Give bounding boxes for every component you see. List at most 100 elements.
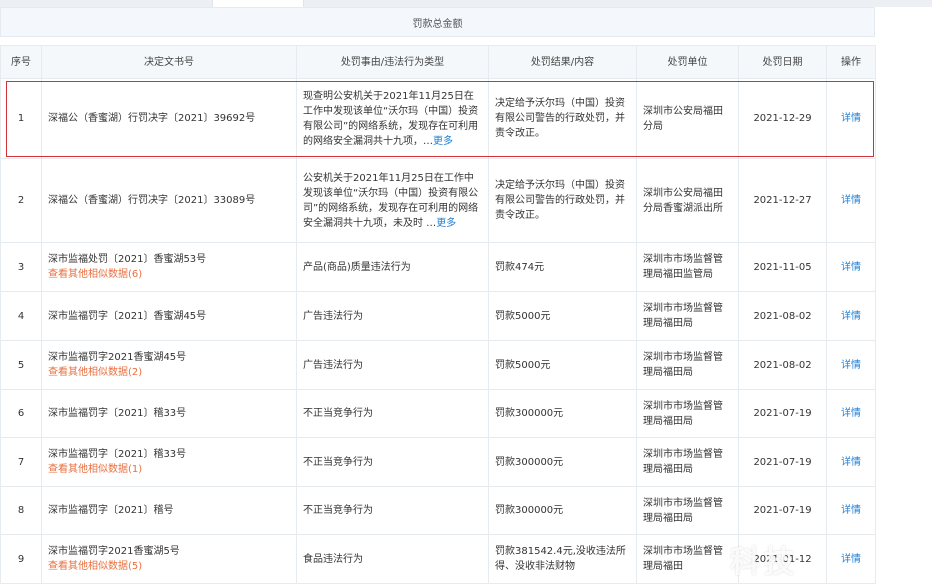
row-index: 1 [0, 78, 42, 159]
table-row: 3 深市监福处罚〔2021〕香蜜湖53号查看其他相似数据(6) 产品(商品)质量… [0, 242, 876, 292]
similar-data-link[interactable]: 查看其他相似数据(2) [48, 365, 290, 380]
table-row: 2 深福公（香蜜湖）行罚决字〔2021〕33089号 公安机关于2021年11月… [0, 158, 876, 243]
table-row: 4 深市监福罚字〔2021〕香蜜湖45号 广告违法行为 罚款5000元 深圳市市… [0, 291, 876, 341]
detail-link[interactable]: 详情 [841, 505, 861, 516]
result-cell: 罚款5000元 [488, 291, 637, 341]
date-cell: 2021-01-12 [738, 534, 827, 584]
unit-cell: 深圳市市场监督管理局福田局 [636, 291, 739, 341]
row-index: 9 [0, 534, 42, 584]
penalty-table: 序号 决定文书号 处罚事由/违法行为类型 处罚结果/内容 处罚单位 处罚日期 操… [0, 45, 876, 584]
reason-cell: 食品违法行为 [296, 534, 489, 584]
result-cell: 罚款300000元 [488, 389, 637, 438]
unit-cell: 深圳市市场监督管理局福田局 [636, 437, 739, 487]
date-cell: 2021-08-02 [738, 291, 827, 341]
detail-link[interactable]: 详情 [841, 457, 861, 468]
unit-cell: 深圳市市场监督管理局福田 [636, 534, 739, 584]
unit-cell: 深圳市市场监督管理局福田监管局 [636, 242, 739, 292]
fine-total-label: 罚款总金额 [412, 18, 463, 30]
doc-no-cell: 深市监福罚字2021香蜜湖5号查看其他相似数据(5) [41, 534, 297, 584]
result-cell: 罚款474元 [488, 242, 637, 292]
row-index: 7 [0, 437, 42, 487]
table-row: 8 深市监福罚字〔2021〕稽号 不正当竞争行为 罚款300000元 深圳市市场… [0, 486, 876, 535]
unit-cell: 深圳市公安局福田分局 [636, 78, 739, 159]
reason-cell: 公安机关于2021年11月25日在工作中发现该单位“沃尔玛（中国）投资有限公司”… [296, 158, 489, 243]
doc-no: 深市监福处罚〔2021〕香蜜湖53号 [48, 254, 207, 265]
date-cell: 2021-07-19 [738, 486, 827, 535]
col-header-doc-no: 决定文书号 [41, 45, 297, 79]
op-cell: 详情 [826, 158, 876, 243]
doc-no-cell: 深市监福罚字2021香蜜湖45号查看其他相似数据(2) [41, 340, 297, 390]
unit-cell: 深圳市市场监督管理局福田局 [636, 389, 739, 438]
op-cell: 详情 [826, 389, 876, 438]
op-cell: 详情 [826, 437, 876, 487]
unit-cell: 深圳市公安局福田分局香蜜湖派出所 [636, 158, 739, 243]
detail-link[interactable]: 详情 [841, 408, 861, 419]
op-cell: 详情 [826, 340, 876, 390]
doc-no: 深市监福罚字2021香蜜湖5号 [48, 546, 180, 557]
reason-cell: 不正当竞争行为 [296, 437, 489, 487]
unit-cell: 深圳市市场监督管理局福田局 [636, 486, 739, 535]
doc-no: 深福公（香蜜湖）行罚决字〔2021〕33089号 [48, 195, 256, 206]
table-row: 5 深市监福罚字2021香蜜湖45号查看其他相似数据(2) 广告违法行为 罚款5… [0, 340, 876, 390]
detail-link[interactable]: 详情 [841, 113, 861, 124]
col-header-op: 操作 [826, 45, 876, 79]
doc-no: 深市监福罚字〔2021〕稽33号 [48, 449, 187, 460]
date-cell: 2021-12-29 [738, 78, 827, 159]
row-index: 5 [0, 340, 42, 390]
more-link[interactable]: 更多 [433, 136, 453, 147]
result-cell: 决定给予沃尔玛（中国）投资有限公司警告的行政处罚，并责令改正。 [488, 78, 637, 159]
col-header-result: 处罚结果/内容 [488, 45, 637, 79]
op-cell: 详情 [826, 78, 876, 159]
date-cell: 2021-12-27 [738, 158, 827, 243]
doc-no-cell: 深市监福罚字〔2021〕香蜜湖45号 [41, 291, 297, 341]
detail-link[interactable]: 详情 [841, 195, 861, 206]
reason-cell: 不正当竞争行为 [296, 389, 489, 438]
detail-link[interactable]: 详情 [841, 311, 861, 322]
row-index: 8 [0, 486, 42, 535]
result-cell: 罚款5000元 [488, 340, 637, 390]
row-index: 6 [0, 389, 42, 438]
result-cell: 罚款381542.4元,没收违法所得、没收非法财物 [488, 534, 637, 584]
op-cell: 详情 [826, 291, 876, 341]
similar-data-link[interactable]: 查看其他相似数据(1) [48, 462, 290, 477]
active-tab[interactable] [212, 0, 304, 7]
doc-no-cell: 深市监福罚字〔2021〕稽33号查看其他相似数据(1) [41, 437, 297, 487]
result-cell: 决定给予沃尔玛（中国）投资有限公司警告的行政处罚，并责令改正。 [488, 158, 637, 243]
row-index: 4 [0, 291, 42, 341]
table-row: 7 深市监福罚字〔2021〕稽33号查看其他相似数据(1) 不正当竞争行为 罚款… [0, 437, 876, 487]
doc-no: 深市监福罚字2021香蜜湖45号 [48, 352, 187, 363]
fine-total-bar: 罚款总金额 [0, 7, 875, 37]
reason-cell: 广告违法行为 [296, 340, 489, 390]
table-header-row: 序号 决定文书号 处罚事由/违法行为类型 处罚结果/内容 处罚单位 处罚日期 操… [0, 45, 876, 79]
top-tab-strip [0, 0, 932, 7]
col-header-date: 处罚日期 [738, 45, 827, 79]
reason-cell: 广告违法行为 [296, 291, 489, 341]
col-header-unit: 处罚单位 [636, 45, 739, 79]
doc-no: 深市监福罚字〔2021〕稽号 [48, 505, 174, 516]
doc-no-cell: 深市监福处罚〔2021〕香蜜湖53号查看其他相似数据(6) [41, 242, 297, 292]
result-cell: 罚款300000元 [488, 437, 637, 487]
col-header-reason: 处罚事由/违法行为类型 [296, 45, 489, 79]
doc-no: 深福公（香蜜湖）行罚决字〔2021〕39692号 [48, 113, 256, 124]
detail-link[interactable]: 详情 [841, 262, 861, 273]
date-cell: 2021-07-19 [738, 437, 827, 487]
more-link[interactable]: 更多 [436, 218, 456, 229]
table-row: 9 深市监福罚字2021香蜜湖5号查看其他相似数据(5) 食品违法行为 罚款38… [0, 534, 876, 584]
detail-link[interactable]: 详情 [841, 554, 861, 565]
doc-no: 深市监福罚字〔2021〕稽33号 [48, 408, 187, 419]
similar-data-link[interactable]: 查看其他相似数据(5) [48, 559, 290, 574]
similar-data-link[interactable]: 查看其他相似数据(6) [48, 267, 290, 282]
detail-link[interactable]: 详情 [841, 360, 861, 371]
reason-cell: 产品(商品)质量违法行为 [296, 242, 489, 292]
row-index: 2 [0, 158, 42, 243]
doc-no-cell: 深市监福罚字〔2021〕稽号 [41, 486, 297, 535]
date-cell: 2021-07-19 [738, 389, 827, 438]
op-cell: 详情 [826, 534, 876, 584]
date-cell: 2021-08-02 [738, 340, 827, 390]
doc-no: 深市监福罚字〔2021〕香蜜湖45号 [48, 310, 207, 322]
op-cell: 详情 [826, 242, 876, 292]
row-index: 3 [0, 242, 42, 292]
doc-no-cell: 深福公（香蜜湖）行罚决字〔2021〕33089号 [41, 158, 297, 243]
doc-no-cell: 深福公（香蜜湖）行罚决字〔2021〕39692号 [41, 78, 297, 159]
op-cell: 详情 [826, 486, 876, 535]
